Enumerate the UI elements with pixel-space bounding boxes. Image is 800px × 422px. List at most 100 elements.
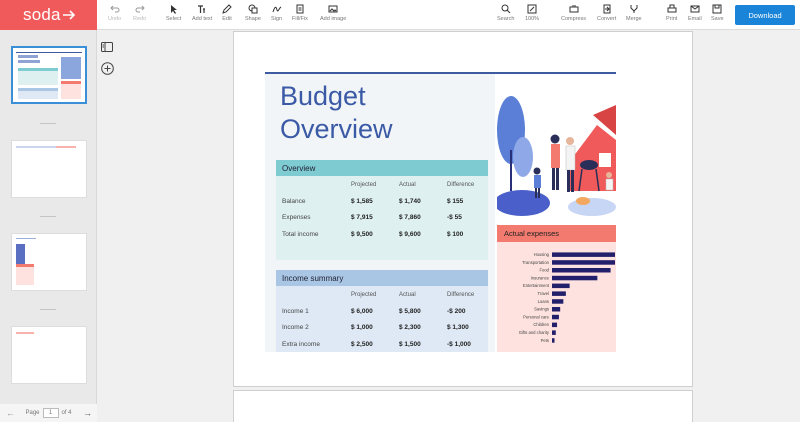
page-label: Page [25, 410, 40, 416]
bar-label: Personal care [523, 314, 550, 319]
expenses-heading: Actual expenses [497, 225, 616, 242]
previous-page-arrow-icon[interactable]: ← [6, 408, 15, 418]
table-row: Extra income $ 2,500 $ 1,500 -$ 1,000 [282, 340, 471, 348]
undo-button[interactable]: Undo [108, 4, 121, 22]
bar-label: Transportation [522, 260, 550, 265]
page-total: of 4 [61, 410, 72, 416]
search-button[interactable]: Search [497, 4, 514, 22]
table-row: Balance $ 1,585 $ 1,740 $ 155 [282, 197, 464, 205]
bar-label: Food [539, 268, 549, 273]
thumbnail-separator [40, 309, 56, 310]
table-header-row: Projected Actual Difference [351, 182, 475, 188]
cursor-icon [170, 5, 177, 14]
pencil-icon [222, 4, 232, 14]
expense-bar [552, 322, 558, 328]
merge-button[interactable]: Merge [626, 4, 642, 22]
add-image-button[interactable]: Add image [320, 4, 346, 22]
thumbnail-2-preview [16, 146, 76, 148]
thumbnail-1-preview [16, 52, 82, 99]
document-page-2[interactable] [233, 390, 693, 422]
expense-bar [552, 338, 555, 343]
expenses-bar-chart: Housing Transportation Food Insurance Entert… [519, 252, 615, 343]
page-navigation: ← Page 1 of 4 → [0, 404, 97, 422]
bar-label: Gifts and charity [519, 330, 550, 335]
compress-button[interactable]: Compress [561, 4, 586, 22]
overview-table[interactable]: Overview Projected Actual Difference Bal… [276, 160, 488, 260]
expense-bar [552, 260, 615, 265]
table-row: Total income $ 9,500 $ 9,600 $ 100 [282, 230, 464, 238]
add-text-button[interactable]: Add text [192, 4, 212, 22]
page-thumbnail-1[interactable] [11, 46, 87, 104]
print-button[interactable]: Print [666, 4, 677, 22]
table-row: Expenses $ 7,915 $ 7,860 -$ 55 [282, 214, 462, 221]
select-tool-button[interactable]: Select [166, 4, 181, 22]
logo-text: soda [23, 5, 61, 24]
edit-button[interactable]: Edit [222, 4, 232, 22]
soda-logo[interactable]: soda [0, 0, 97, 30]
convert-button[interactable]: Convert [597, 4, 616, 22]
envelope-icon [690, 5, 700, 13]
expense-bar [552, 283, 570, 289]
bar-label: Children [533, 322, 549, 327]
bar-label: Entertainment [523, 283, 550, 288]
fill-in-button[interactable]: Fill/Fix [292, 4, 308, 22]
email-button[interactable]: Email [688, 4, 702, 22]
page-thumbnails-panel [0, 30, 97, 422]
add-page-button[interactable] [100, 61, 114, 75]
redo-icon [135, 5, 145, 13]
shape-button[interactable]: Shape [245, 4, 261, 22]
logo-arrow-icon [62, 10, 75, 20]
table-row: Income 1 $ 6,000 $ 5,800 -$ 200 [282, 307, 466, 315]
plus-circle-icon [100, 61, 114, 75]
expense-bar [552, 268, 611, 273]
bar-label: Loans [538, 299, 549, 304]
merge-icon [630, 5, 638, 13]
printer-icon [667, 4, 677, 13]
image-icon [328, 5, 338, 13]
sign-button[interactable]: Sign [271, 4, 282, 22]
shape-icon [248, 4, 258, 14]
text-icon [198, 5, 206, 13]
next-page-arrow-icon[interactable]: → [83, 408, 92, 418]
table-row: Income 2 $ 1,000 $ 2,300 $ 1,300 [282, 324, 469, 331]
expense-bar [552, 291, 566, 296]
search-icon [501, 4, 511, 14]
expense-bar [552, 252, 615, 257]
signature-icon [272, 6, 281, 13]
bar-label: Pets [541, 338, 549, 343]
page-thumbnail-4[interactable] [11, 326, 87, 384]
page-number-input[interactable]: 1 [42, 408, 59, 418]
thumbnail-3-preview [16, 238, 36, 285]
page-thumbnail-3[interactable] [11, 233, 87, 291]
income-summary-heading: Income summary [276, 270, 488, 286]
expense-bar [552, 299, 564, 304]
download-button[interactable]: Download [735, 5, 795, 25]
zoom-icon [527, 4, 537, 14]
floppy-icon [712, 4, 722, 14]
bar-label: Travel [538, 291, 550, 296]
thumbnail-separator [40, 123, 56, 124]
bar-label: Insurance [531, 275, 550, 280]
top-toolbar: soda Undo Redo Select Add text Edit Shap… [0, 0, 800, 30]
document-title[interactable]: Budget Overview [280, 80, 480, 146]
income-summary-table[interactable]: Income summary Projected Actual Differen… [276, 270, 488, 352]
zoom-button[interactable]: 100% [525, 4, 539, 22]
bar-label: Savings [534, 307, 549, 312]
toggle-sidebar-button[interactable] [100, 40, 114, 54]
convert-icon [603, 4, 611, 14]
thumbnail-separator [40, 216, 56, 217]
page-thumbnail-2[interactable] [11, 140, 87, 198]
actual-expenses-chart[interactable]: Actual expenses Housing Transportation Foo… [497, 225, 616, 352]
redo-button[interactable]: Redo [133, 4, 146, 22]
overview-heading: Overview [276, 160, 488, 176]
expense-bar [552, 307, 561, 312]
expense-bar [552, 314, 559, 320]
form-icon [296, 4, 304, 14]
expense-bar [552, 275, 598, 281]
sidebar-toggle-icon [101, 42, 113, 52]
table-header-row: Projected Actual Difference [351, 292, 475, 298]
save-button[interactable]: Save [711, 4, 724, 22]
family-barbecue-illustration [497, 95, 616, 216]
thumbnail-4-preview [16, 332, 34, 334]
undo-icon [109, 5, 120, 13]
